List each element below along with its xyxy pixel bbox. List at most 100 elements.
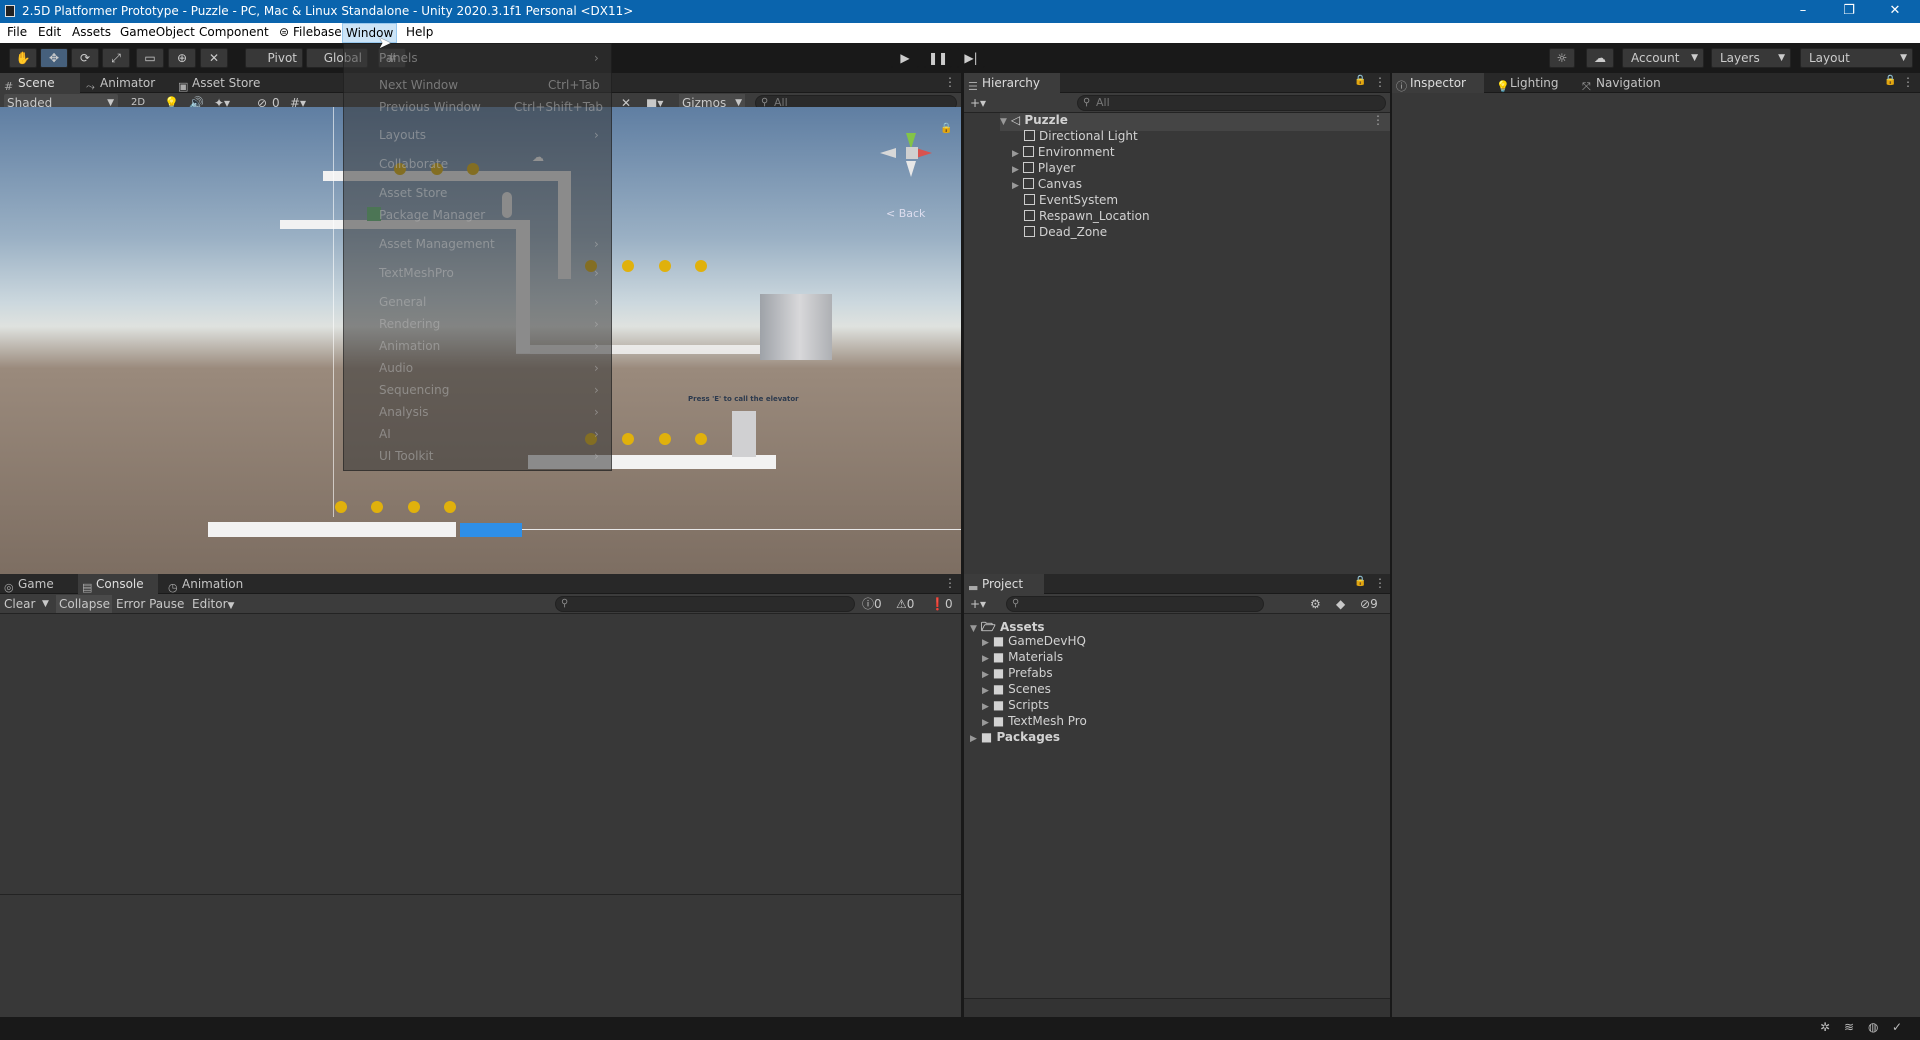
menu-filebase-icon[interactable]: ⊜ [279,25,289,39]
expand-arrow-icon[interactable]: ▶ [982,638,989,648]
menu-item-package-manager[interactable]: Package Manager [379,208,485,222]
list-item[interactable]: ▶ Player [1012,161,1075,175]
error-pause-toggle[interactable]: Error Pause [116,595,184,613]
list-item[interactable]: ▶ ■ Prefabs [982,666,1053,680]
scale-tool-icon[interactable]: ⤢ [102,48,130,68]
maximize-button[interactable]: ❐ [1826,0,1872,23]
services-icon[interactable]: ☼ [1549,48,1575,68]
list-item[interactable]: ▶ ■ GameDevHQ [982,634,1086,648]
list-item[interactable]: ▶ ■ Scripts [982,698,1049,712]
hand-tool-icon[interactable]: ✋ [9,48,37,68]
panel-menu-icon[interactable]: ⋮ [1902,75,1914,89]
expand-arrow-icon[interactable]: ▶ [982,702,989,712]
x-axis-arrow[interactable] [916,148,932,158]
collapse-toggle[interactable]: Collapse [56,595,112,613]
warning-filter-toggle[interactable]: ⚠0 [896,595,914,613]
create-plus-icon[interactable]: +▾ [970,94,986,112]
tab-asset-store[interactable]: ▣ Asset Store [174,73,274,93]
tab-project[interactable]: ▬ Project [964,574,1044,594]
layout-dropdown[interactable]: Layout ▼ [1800,48,1913,68]
expand-arrow-icon[interactable]: ▶ [1012,181,1019,191]
move-tool-icon[interactable]: ✥ [40,48,68,68]
menu-item-collaborate[interactable]: Collaborate [379,157,448,171]
lock-icon[interactable]: 🔒 [1884,75,1896,86]
menu-file[interactable]: File [7,25,27,39]
menu-item-asset-store[interactable]: Asset Store [379,186,447,200]
tab-animator[interactable]: ⤳ Animator [82,73,172,93]
close-button[interactable]: ✕ [1872,0,1918,23]
panel-menu-icon[interactable]: ⋮ [944,576,956,590]
rotate-tool-icon[interactable]: ⟳ [71,48,99,68]
menu-item-audio[interactable]: Audio › [379,361,599,375]
console-detail-divider[interactable] [0,894,961,895]
panel-menu-icon[interactable]: ⋮ [1374,576,1386,590]
step-button[interactable]: ▶| [957,48,985,68]
menu-item-ai[interactable]: AI › [379,427,599,441]
expand-arrow-icon[interactable]: ▶ [982,686,989,696]
tab-lighting[interactable]: 💡 Lighting [1492,73,1570,93]
lock-icon[interactable]: 🔒 [1354,576,1366,587]
account-dropdown[interactable]: Account ▼ [1622,48,1704,68]
minimize-button[interactable]: – [1780,0,1826,23]
menu-component[interactable]: Component [199,25,269,39]
panel-menu-icon[interactable]: ⋮ [1374,75,1386,89]
panel-menu-icon[interactable]: ⋮ [944,75,956,89]
console-log-area[interactable] [0,614,961,1017]
tab-scene[interactable]: # Scene [0,73,80,93]
cloud-icon[interactable]: ☁ [1586,48,1614,68]
list-item[interactable]: ▶ ■ TextMesh Pro [982,714,1087,728]
tab-animation[interactable]: ◷ Animation [164,574,256,594]
rect-tool-icon[interactable]: ▭ [136,48,164,68]
tab-game[interactable]: ◎ Game [0,574,74,594]
tab-hierarchy[interactable]: ☰ Hierarchy [964,73,1060,93]
search-by-label-icon[interactable]: ◆ [1336,595,1345,613]
custom-tool-icon[interactable]: ✕ [200,48,228,68]
expand-arrow-icon[interactable]: ▶ [970,734,977,744]
layers-stack-icon[interactable]: ≋ [1844,1020,1854,1034]
menu-item-previous-window[interactable]: Previous Window Ctrl+Shift+Tab [379,100,603,114]
menu-item-rendering[interactable]: Rendering › [379,317,599,331]
menu-item-next-window[interactable]: Next Window Ctrl+Tab [379,78,600,92]
menu-item-textmeshpro[interactable]: TextMeshPro › [379,266,599,280]
gizmo-cube[interactable] [906,147,918,159]
list-item[interactable]: EventSystem [1024,193,1118,207]
editor-dropdown[interactable]: Editor▼ [192,595,238,613]
tab-navigation[interactable]: ⤧ Navigation [1578,73,1678,93]
hierarchy-search-input[interactable]: ⚲ All [1077,95,1386,111]
expand-arrow-icon[interactable]: ▶ [982,718,989,728]
transform-tool-icon[interactable]: ⊕ [168,48,196,68]
list-item[interactable]: Directional Light [1024,129,1138,143]
error-filter-toggle[interactable]: ❗0 [930,595,953,613]
expand-arrow-icon[interactable]: ▼ [970,624,977,634]
chevron-down-icon[interactable]: ▼ [42,595,49,613]
expand-arrow-icon[interactable]: ▶ [1012,165,1019,175]
panel-menu-icon[interactable]: ⋮ [1372,113,1384,127]
lock-icon[interactable]: 🔒 [940,123,952,134]
menu-help[interactable]: Help [406,25,433,39]
search-by-type-icon[interactable]: ⚙ [1310,595,1321,613]
menu-item-asset-management[interactable]: Asset Management › [379,237,599,251]
menu-item-sequencing[interactable]: Sequencing › [379,383,599,397]
folder-packages[interactable]: ▶ ■ Packages [970,730,1060,744]
menu-item-general[interactable]: General › [379,295,599,309]
create-plus-icon[interactable]: +▾ [970,595,986,613]
orientation-gizmo[interactable] [880,125,942,187]
expand-arrow-icon[interactable]: ▶ [982,670,989,680]
gizmo-view-label[interactable]: < Back [886,207,925,220]
list-item[interactable]: ▶ Environment [1012,145,1115,159]
clear-button[interactable]: Clear [4,595,35,613]
menu-edit[interactable]: Edit [38,25,61,39]
tab-inspector[interactable]: ⓘ Inspector [1392,73,1484,93]
menu-item-analysis[interactable]: Analysis › [379,405,599,419]
list-item[interactable]: ▶ ■ Materials [982,650,1063,664]
list-item[interactable]: Dead_Zone [1024,225,1107,239]
menu-filebase[interactable]: Filebase [293,25,342,39]
project-search-input[interactable]: ⚲ [1006,596,1264,612]
z-axis-arrow[interactable] [906,161,916,177]
hidden-packages-toggle[interactable]: ⊘9 [1360,595,1378,613]
menu-item-layouts[interactable]: Layouts › [379,128,599,142]
console-search-input[interactable]: ⚲ [555,596,855,612]
tab-console[interactable]: ▤ Console [78,574,158,594]
pivot-toggle[interactable]: Pivot [245,48,303,68]
check-circle-icon[interactable]: ✓ [1892,1020,1902,1034]
